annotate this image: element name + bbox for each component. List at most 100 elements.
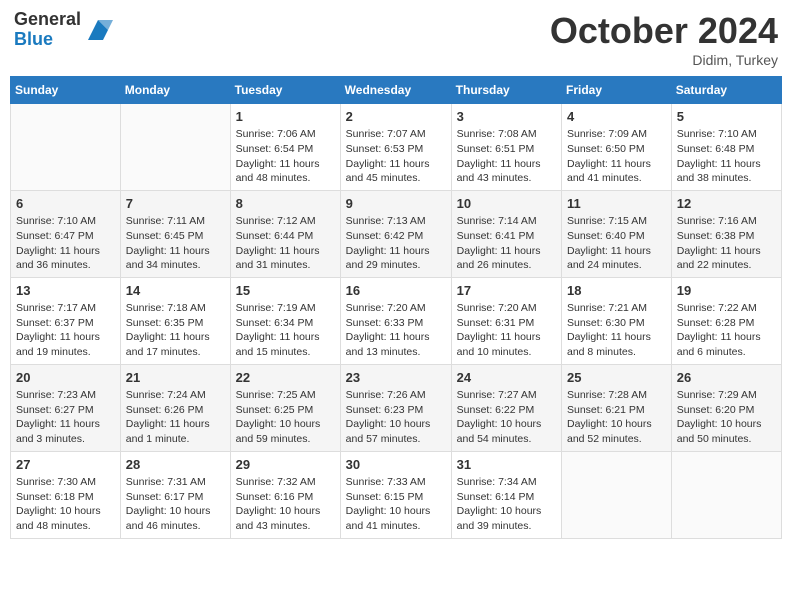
daylight-text: Daylight: 11 hours and 43 minutes. [457, 157, 556, 186]
sunset-text: Sunset: 6:22 PM [457, 403, 556, 418]
sunset-text: Sunset: 6:44 PM [236, 229, 335, 244]
day-number: 27 [16, 456, 115, 474]
day-number: 12 [677, 195, 776, 213]
sunset-text: Sunset: 6:20 PM [677, 403, 776, 418]
day-cell: 15Sunrise: 7:19 AMSunset: 6:34 PMDayligh… [230, 277, 340, 364]
day-number: 14 [126, 282, 225, 300]
day-cell: 2Sunrise: 7:07 AMSunset: 6:53 PMDaylight… [340, 104, 451, 191]
sunrise-text: Sunrise: 7:20 AM [457, 301, 556, 316]
logo-general: General [14, 10, 81, 30]
day-cell: 25Sunrise: 7:28 AMSunset: 6:21 PMDayligh… [562, 364, 672, 451]
sunset-text: Sunset: 6:41 PM [457, 229, 556, 244]
daylight-text: Daylight: 11 hours and 26 minutes. [457, 244, 556, 273]
day-number: 9 [346, 195, 446, 213]
daylight-text: Daylight: 11 hours and 1 minute. [126, 417, 225, 446]
daylight-text: Daylight: 11 hours and 3 minutes. [16, 417, 115, 446]
sunset-text: Sunset: 6:40 PM [567, 229, 666, 244]
col-header-friday: Friday [562, 77, 672, 104]
day-cell: 30Sunrise: 7:33 AMSunset: 6:15 PMDayligh… [340, 451, 451, 538]
sunrise-text: Sunrise: 7:34 AM [457, 475, 556, 490]
sunset-text: Sunset: 6:51 PM [457, 142, 556, 157]
month-title: October 2024 [550, 10, 778, 52]
sunrise-text: Sunrise: 7:23 AM [16, 388, 115, 403]
sunset-text: Sunset: 6:18 PM [16, 490, 115, 505]
sunset-text: Sunset: 6:34 PM [236, 316, 335, 331]
sunset-text: Sunset: 6:21 PM [567, 403, 666, 418]
day-cell: 26Sunrise: 7:29 AMSunset: 6:20 PMDayligh… [671, 364, 781, 451]
day-cell: 24Sunrise: 7:27 AMSunset: 6:22 PMDayligh… [451, 364, 561, 451]
day-cell: 22Sunrise: 7:25 AMSunset: 6:25 PMDayligh… [230, 364, 340, 451]
daylight-text: Daylight: 11 hours and 22 minutes. [677, 244, 776, 273]
daylight-text: Daylight: 10 hours and 43 minutes. [236, 504, 335, 533]
day-number: 15 [236, 282, 335, 300]
sunset-text: Sunset: 6:25 PM [236, 403, 335, 418]
sunrise-text: Sunrise: 7:13 AM [346, 214, 446, 229]
sunset-text: Sunset: 6:50 PM [567, 142, 666, 157]
sunset-text: Sunset: 6:28 PM [677, 316, 776, 331]
sunset-text: Sunset: 6:47 PM [16, 229, 115, 244]
daylight-text: Daylight: 11 hours and 15 minutes. [236, 330, 335, 359]
sunrise-text: Sunrise: 7:31 AM [126, 475, 225, 490]
day-cell: 23Sunrise: 7:26 AMSunset: 6:23 PMDayligh… [340, 364, 451, 451]
week-row-5: 27Sunrise: 7:30 AMSunset: 6:18 PMDayligh… [11, 451, 782, 538]
sunrise-text: Sunrise: 7:12 AM [236, 214, 335, 229]
sunset-text: Sunset: 6:14 PM [457, 490, 556, 505]
day-cell: 20Sunrise: 7:23 AMSunset: 6:27 PMDayligh… [11, 364, 121, 451]
day-number: 4 [567, 108, 666, 126]
day-cell: 1Sunrise: 7:06 AMSunset: 6:54 PMDaylight… [230, 104, 340, 191]
sunset-text: Sunset: 6:35 PM [126, 316, 225, 331]
daylight-text: Daylight: 10 hours and 39 minutes. [457, 504, 556, 533]
daylight-text: Daylight: 11 hours and 41 minutes. [567, 157, 666, 186]
daylight-text: Daylight: 11 hours and 10 minutes. [457, 330, 556, 359]
daylight-text: Daylight: 11 hours and 38 minutes. [677, 157, 776, 186]
day-cell: 4Sunrise: 7:09 AMSunset: 6:50 PMDaylight… [562, 104, 672, 191]
sunrise-text: Sunrise: 7:14 AM [457, 214, 556, 229]
sunset-text: Sunset: 6:33 PM [346, 316, 446, 331]
day-number: 26 [677, 369, 776, 387]
sunrise-text: Sunrise: 7:29 AM [677, 388, 776, 403]
day-cell: 7Sunrise: 7:11 AMSunset: 6:45 PMDaylight… [120, 190, 230, 277]
sunrise-text: Sunrise: 7:26 AM [346, 388, 446, 403]
day-cell: 6Sunrise: 7:10 AMSunset: 6:47 PMDaylight… [11, 190, 121, 277]
logo-blue: Blue [14, 30, 81, 50]
day-cell: 31Sunrise: 7:34 AMSunset: 6:14 PMDayligh… [451, 451, 561, 538]
day-cell: 21Sunrise: 7:24 AMSunset: 6:26 PMDayligh… [120, 364, 230, 451]
day-cell: 12Sunrise: 7:16 AMSunset: 6:38 PMDayligh… [671, 190, 781, 277]
sunset-text: Sunset: 6:48 PM [677, 142, 776, 157]
sunset-text: Sunset: 6:16 PM [236, 490, 335, 505]
week-row-3: 13Sunrise: 7:17 AMSunset: 6:37 PMDayligh… [11, 277, 782, 364]
sunrise-text: Sunrise: 7:11 AM [126, 214, 225, 229]
page-header: General Blue October 2024 Didim, Turkey [10, 10, 782, 68]
sunset-text: Sunset: 6:54 PM [236, 142, 335, 157]
daylight-text: Daylight: 11 hours and 13 minutes. [346, 330, 446, 359]
day-number: 7 [126, 195, 225, 213]
sunrise-text: Sunrise: 7:24 AM [126, 388, 225, 403]
sunset-text: Sunset: 6:37 PM [16, 316, 115, 331]
day-number: 2 [346, 108, 446, 126]
day-cell: 3Sunrise: 7:08 AMSunset: 6:51 PMDaylight… [451, 104, 561, 191]
day-number: 5 [677, 108, 776, 126]
daylight-text: Daylight: 10 hours and 52 minutes. [567, 417, 666, 446]
day-number: 10 [457, 195, 556, 213]
daylight-text: Daylight: 11 hours and 6 minutes. [677, 330, 776, 359]
daylight-text: Daylight: 10 hours and 46 minutes. [126, 504, 225, 533]
day-cell: 28Sunrise: 7:31 AMSunset: 6:17 PMDayligh… [120, 451, 230, 538]
day-cell [562, 451, 672, 538]
day-number: 19 [677, 282, 776, 300]
day-number: 18 [567, 282, 666, 300]
day-cell: 9Sunrise: 7:13 AMSunset: 6:42 PMDaylight… [340, 190, 451, 277]
day-cell: 10Sunrise: 7:14 AMSunset: 6:41 PMDayligh… [451, 190, 561, 277]
day-number: 22 [236, 369, 335, 387]
sunrise-text: Sunrise: 7:19 AM [236, 301, 335, 316]
sunrise-text: Sunrise: 7:15 AM [567, 214, 666, 229]
sunrise-text: Sunrise: 7:16 AM [677, 214, 776, 229]
day-number: 31 [457, 456, 556, 474]
day-number: 24 [457, 369, 556, 387]
week-row-2: 6Sunrise: 7:10 AMSunset: 6:47 PMDaylight… [11, 190, 782, 277]
sunset-text: Sunset: 6:23 PM [346, 403, 446, 418]
daylight-text: Daylight: 10 hours and 50 minutes. [677, 417, 776, 446]
daylight-text: Daylight: 11 hours and 45 minutes. [346, 157, 446, 186]
sunrise-text: Sunrise: 7:32 AM [236, 475, 335, 490]
sunset-text: Sunset: 6:27 PM [16, 403, 115, 418]
sunrise-text: Sunrise: 7:08 AM [457, 127, 556, 142]
